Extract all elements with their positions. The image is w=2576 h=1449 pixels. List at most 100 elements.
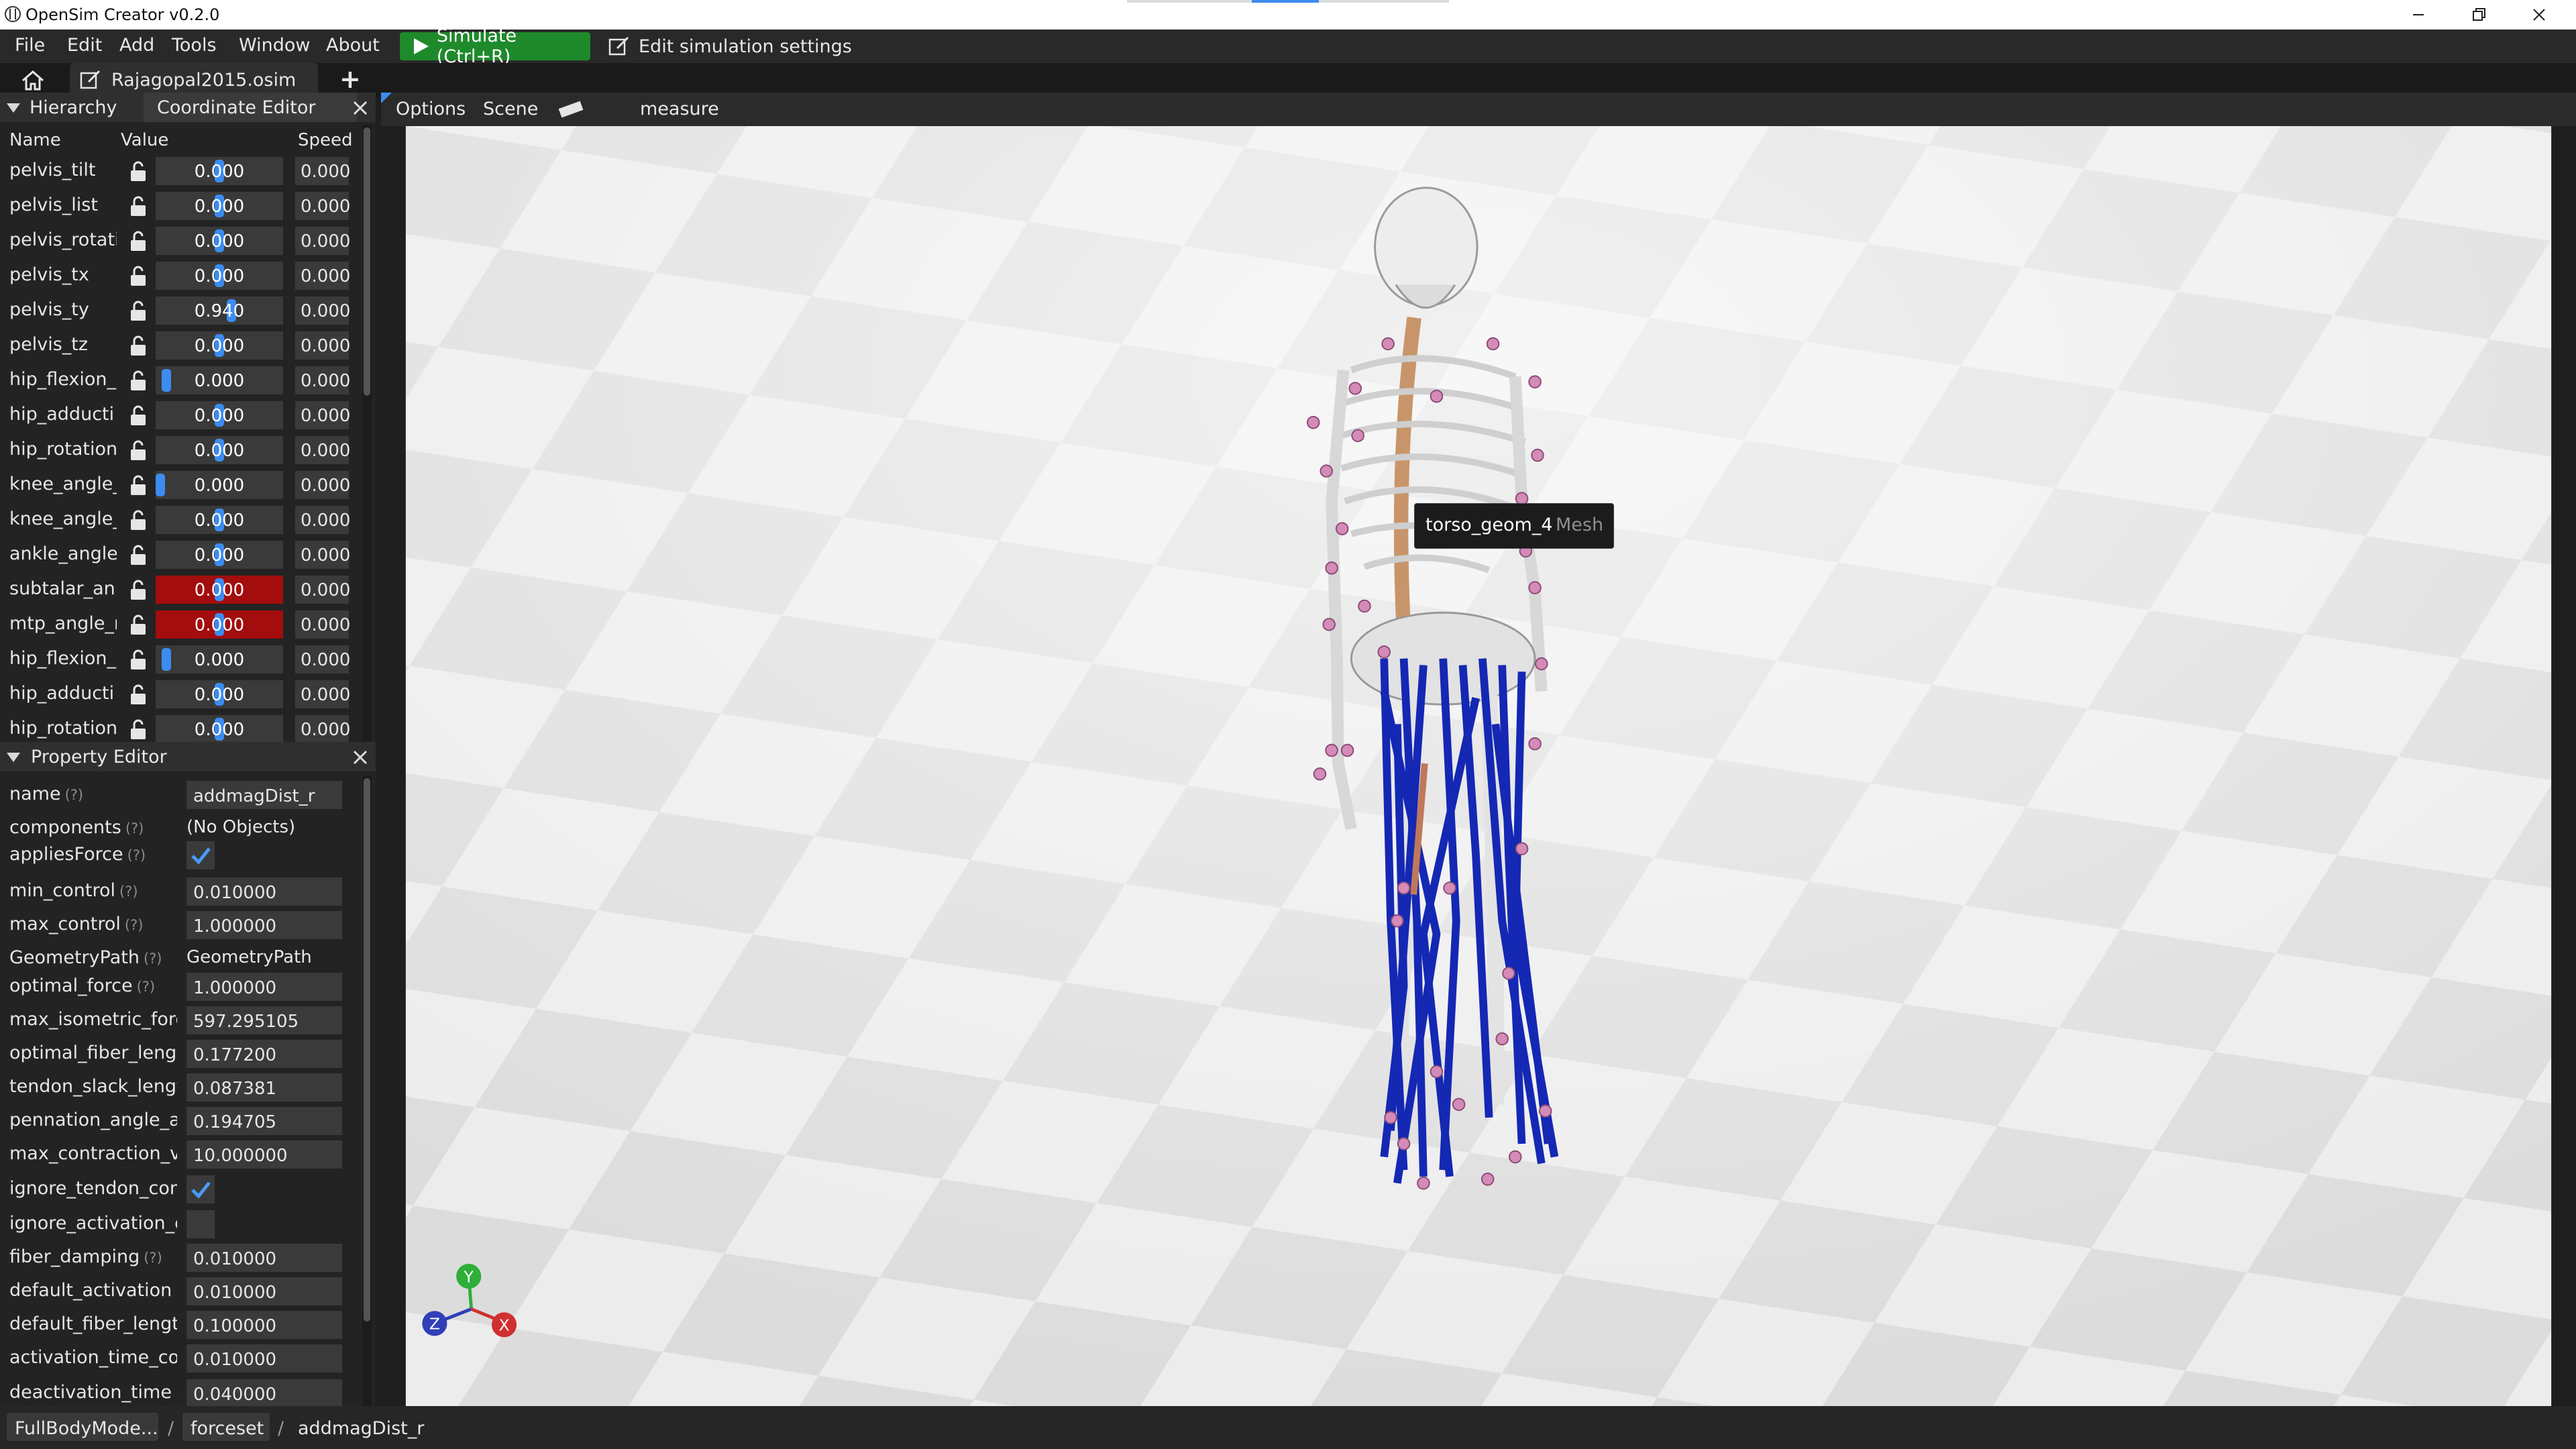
coordinate-row[interactable]: hip_rotation 0.000 0.000 xyxy=(0,433,362,468)
minimize-button[interactable] xyxy=(2388,1,2449,28)
coordinate-row[interactable]: subtalar_an 0.000 0.000 xyxy=(0,573,362,608)
coordinate-speed-field[interactable]: 0.000 xyxy=(295,471,350,499)
coordinate-row[interactable]: hip_flexion_ 0.000 0.000 xyxy=(0,364,362,398)
lock-icon[interactable] xyxy=(129,301,148,322)
coordinate-speed-field[interactable]: 0.000 xyxy=(295,227,350,255)
help-marker[interactable]: (?) xyxy=(65,787,84,803)
coordinate-value-slider[interactable]: 0.000 xyxy=(156,610,283,639)
lock-icon[interactable] xyxy=(129,719,148,741)
coordinate-row[interactable]: pelvis_rotati 0.000 0.000 xyxy=(0,224,362,259)
coordinate-value-slider[interactable]: 0.000 xyxy=(156,645,283,674)
help-marker[interactable]: (?) xyxy=(125,820,144,837)
help-marker[interactable]: (?) xyxy=(125,917,144,933)
property-value-field[interactable]: 10.000000 xyxy=(186,1140,342,1169)
coordinate-row[interactable]: pelvis_tz 0.000 0.000 xyxy=(0,329,362,364)
coordinate-value-slider[interactable]: 0.000 xyxy=(156,541,283,569)
lock-icon[interactable] xyxy=(129,684,148,706)
lock-icon[interactable] xyxy=(129,405,148,427)
lock-icon[interactable] xyxy=(129,545,148,566)
coordinate-speed-field[interactable]: 0.000 xyxy=(295,541,350,569)
property-value-field[interactable]: 0.177200 xyxy=(186,1040,342,1068)
close-icon[interactable] xyxy=(353,101,368,115)
property-value-field[interactable]: 0.100000 xyxy=(186,1311,342,1339)
breadcrumb-item-model[interactable]: FullBodyMode... xyxy=(7,1413,158,1441)
coordinate-value-slider[interactable]: 0.000 xyxy=(156,192,283,220)
menu-about[interactable]: About xyxy=(326,35,380,56)
property-value-field[interactable]: 0.010000 xyxy=(186,1344,342,1373)
property-value-field[interactable]: 1.000000 xyxy=(186,911,342,939)
simulate-button[interactable]: Simulate (Ctrl+R) xyxy=(400,25,590,67)
viewport-scene-menu[interactable]: Scene xyxy=(483,99,538,119)
coordinate-speed-field[interactable]: 0.000 xyxy=(295,366,350,394)
property-value-field[interactable]: 0.194705 xyxy=(186,1107,342,1135)
coordinate-speed-field[interactable]: 0.000 xyxy=(295,680,350,708)
coordinate-value-slider[interactable]: 0.000 xyxy=(156,715,283,742)
coordinate-value-slider[interactable]: 0.000 xyxy=(156,331,283,360)
lock-icon[interactable] xyxy=(129,475,148,496)
scrollbar-thumb[interactable] xyxy=(364,127,370,396)
coordinate-row[interactable]: mtp_angle_r 0.000 0.000 xyxy=(0,608,362,643)
help-marker[interactable]: (?) xyxy=(144,951,162,967)
coordinate-row[interactable]: pelvis_ty 0.940 0.000 xyxy=(0,294,362,329)
coordinate-speed-field[interactable]: 0.000 xyxy=(295,157,350,185)
lock-icon[interactable] xyxy=(129,266,148,287)
coordinate-speed-field[interactable]: 0.000 xyxy=(295,192,350,220)
scrollbar-thumb[interactable] xyxy=(364,778,370,1322)
coordinate-value-slider[interactable]: 0.000 xyxy=(156,262,283,290)
help-marker[interactable]: (?) xyxy=(144,1250,162,1266)
collapse-triangle-icon[interactable] xyxy=(7,751,20,763)
ruler-icon[interactable] xyxy=(558,101,585,118)
help-marker[interactable]: (?) xyxy=(176,1385,177,1401)
viewport-options-menu[interactable]: Options xyxy=(396,99,466,119)
coordinate-speed-field[interactable]: 0.000 xyxy=(295,297,350,325)
coordinate-speed-field[interactable]: 0.000 xyxy=(295,715,350,742)
coordinate-speed-field[interactable]: 0.000 xyxy=(295,401,350,429)
property-value-field[interactable]: 0.010000 xyxy=(186,1277,342,1305)
lock-icon[interactable] xyxy=(129,614,148,636)
help-marker[interactable]: (?) xyxy=(127,847,146,863)
close-icon[interactable] xyxy=(353,750,368,765)
lock-icon[interactable] xyxy=(129,370,148,392)
add-tab-button[interactable]: + xyxy=(339,64,361,94)
coordinate-row[interactable]: hip_flexion_ 0.000 0.000 xyxy=(0,643,362,678)
property-checkbox[interactable] xyxy=(186,841,215,869)
menu-file[interactable]: File xyxy=(15,35,45,56)
3d-viewport[interactable]: Y Z X xyxy=(381,126,2576,1406)
coordinate-value-slider[interactable]: 0.000 xyxy=(156,401,283,429)
lock-icon[interactable] xyxy=(129,580,148,601)
lock-icon[interactable] xyxy=(129,196,148,217)
lock-icon[interactable] xyxy=(129,649,148,671)
coordinate-scrollbar[interactable] xyxy=(362,125,372,742)
coordinate-value-slider[interactable]: 0.000 xyxy=(156,157,283,185)
coordinate-value-slider[interactable]: 0.000 xyxy=(156,436,283,464)
property-value-field[interactable]: addmagDist_r xyxy=(186,781,342,809)
lock-icon[interactable] xyxy=(129,510,148,531)
collapse-triangle-icon[interactable] xyxy=(7,102,20,114)
coordinate-value-slider[interactable]: 0.940 xyxy=(156,297,283,325)
property-value-field[interactable]: 0.010000 xyxy=(186,1244,342,1272)
coordinate-value-slider[interactable]: 0.000 xyxy=(156,471,283,499)
property-checkbox[interactable] xyxy=(186,1175,215,1203)
help-marker[interactable]: (?) xyxy=(119,883,138,900)
coordinate-speed-field[interactable]: 0.000 xyxy=(295,331,350,360)
coordinate-row[interactable]: pelvis_tilt 0.000 0.000 xyxy=(0,154,362,189)
coordinate-value-slider[interactable]: 0.000 xyxy=(156,680,283,708)
lock-icon[interactable] xyxy=(129,161,148,182)
coordinate-value-slider[interactable]: 0.000 xyxy=(156,227,283,255)
coordinate-value-slider[interactable]: 0.000 xyxy=(156,576,283,604)
coordinate-speed-field[interactable]: 0.000 xyxy=(295,262,350,290)
property-value-field[interactable]: 0.087381 xyxy=(186,1073,342,1102)
coordinate-value-slider[interactable]: 0.000 xyxy=(156,506,283,534)
breadcrumb-item-forceset[interactable]: forceset xyxy=(182,1413,270,1441)
tab-hierarchy[interactable]: Hierarchy xyxy=(30,97,117,118)
help-marker[interactable]: (?) xyxy=(137,979,156,995)
property-scrollbar[interactable] xyxy=(362,775,372,1406)
property-checkbox[interactable] xyxy=(186,1210,215,1238)
property-value-field[interactable]: 597.295105 xyxy=(186,1006,342,1034)
menu-window[interactable]: Window xyxy=(239,35,310,56)
menu-tools[interactable]: Tools xyxy=(172,35,217,56)
coordinate-value-slider[interactable]: 0.000 xyxy=(156,366,283,394)
property-value-field[interactable]: 1.000000 xyxy=(186,973,342,1001)
viewport-measure-button[interactable]: measure xyxy=(640,99,719,119)
coordinate-row[interactable]: knee_angle_ 0.000 0.000 xyxy=(0,468,362,503)
